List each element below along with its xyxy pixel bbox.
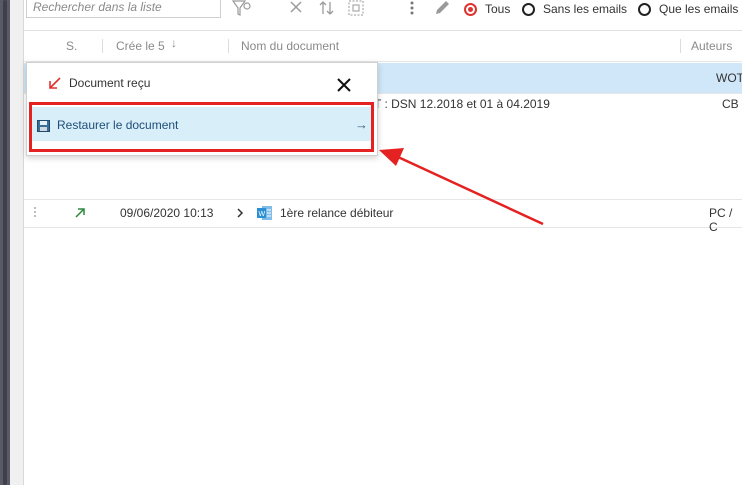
filter-only-emails[interactable]: Que les emails: [638, 0, 738, 18]
received-arrow-icon: [47, 75, 63, 91]
expand-chevron-icon[interactable]: [236, 207, 244, 221]
radio-all[interactable]: [464, 2, 477, 16]
document-context-popup: Document reçu Restaurer le document →: [26, 62, 378, 156]
col-document-name[interactable]: Nom du document: [241, 39, 339, 53]
filter-only-emails-label: Que les emails: [659, 2, 739, 16]
filter-all[interactable]: Tous: [464, 0, 510, 18]
popup-header: Document reçu: [27, 63, 377, 101]
popup-title: Document reçu: [69, 76, 151, 90]
drag-handle-icon[interactable]: [33, 206, 37, 221]
col-separator: [680, 39, 681, 53]
save-disk-icon: [37, 119, 50, 132]
row-authors: WOT: [716, 71, 742, 85]
col-separator: [102, 39, 103, 53]
table-row[interactable]: 09/06/2020 10:13 W 1ère relance débiteur…: [24, 199, 742, 234]
restore-document-label: Restaurer le document: [57, 118, 179, 132]
row-authors: CB: [722, 97, 739, 111]
search-input[interactable]: Rechercher dans la liste: [26, 0, 221, 18]
row-document-name[interactable]: T : DSN 12.2018 et 01 à 04.2019: [374, 97, 550, 111]
splitter-grip[interactable]: [3, 0, 7, 485]
clear-icon[interactable]: [289, 0, 303, 18]
edit-icon[interactable]: [434, 0, 452, 18]
col-created[interactable]: Crée le 5: [116, 39, 165, 53]
filter-all-label: Tous: [485, 2, 511, 16]
restore-document-button[interactable]: Restaurer le document →: [31, 107, 371, 141]
row-authors: PC / C: [709, 206, 733, 234]
table-header: S. Crée le 5 ↓ Nom du document Auteurs: [24, 31, 742, 62]
col-separator: [228, 39, 229, 53]
arrow-right-icon: →: [355, 117, 368, 132]
left-gutter: [10, 0, 24, 485]
row-date: 09/06/2020 10:13: [120, 206, 214, 220]
select-all-icon[interactable]: [348, 0, 364, 18]
filter-icon[interactable]: [231, 0, 252, 18]
col-status[interactable]: S.: [66, 39, 77, 53]
radio-without-emails[interactable]: [522, 2, 535, 16]
sent-arrow-icon: [74, 207, 86, 222]
more-icon[interactable]: [409, 0, 415, 18]
sort-icon[interactable]: [319, 0, 335, 18]
row-document-name[interactable]: 1ère relance débiteur: [280, 206, 393, 220]
sort-down-icon[interactable]: ↓: [171, 36, 177, 50]
filter-without-emails-label: Sans les emails: [543, 2, 628, 16]
filter-without-emails[interactable]: Sans les emails: [522, 0, 627, 18]
toolbar: Rechercher dans la liste Tous Sans les e…: [24, 0, 742, 28]
radio-only-emails[interactable]: [638, 2, 651, 16]
col-authors[interactable]: Auteurs: [691, 39, 732, 53]
left-panel-splitter[interactable]: [0, 0, 10, 485]
close-icon[interactable]: [335, 76, 353, 94]
word-document-icon: W: [257, 205, 273, 224]
svg-text:W: W: [259, 211, 266, 218]
